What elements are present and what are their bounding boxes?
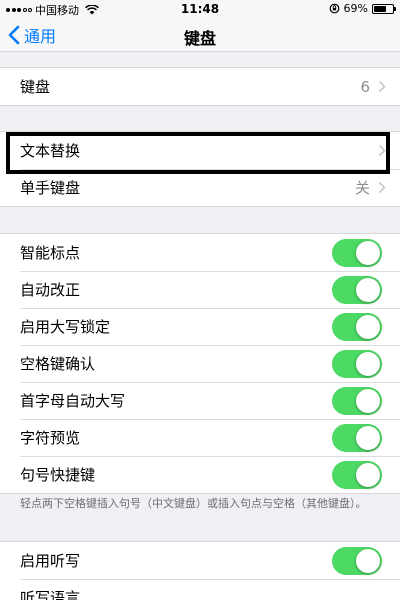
row-label: 字符预览: [20, 429, 81, 447]
row-label: 空格键确认: [20, 355, 96, 373]
row-caps-lock: 启用大写锁定: [0, 308, 400, 345]
row-label: 文本替换: [20, 142, 81, 160]
toggle-switch[interactable]: [332, 276, 382, 304]
toggle-switch[interactable]: [332, 387, 382, 415]
battery-icon: [372, 3, 396, 14]
toggle-knob: [356, 315, 380, 339]
text-options-group: 文本替换 单手键盘 关: [0, 131, 400, 207]
toggle-knob: [356, 352, 380, 376]
toggle-knob: [356, 426, 380, 450]
status-right: 69%: [329, 2, 396, 15]
chevron-right-icon: [378, 181, 386, 194]
toggle-knob: [356, 389, 380, 413]
row-dictation-language[interactable]: 听写语言: [0, 579, 400, 600]
toggle-knob: [356, 549, 380, 573]
toggle-knob: [356, 241, 380, 265]
chevron-right-icon: [378, 144, 386, 157]
toggle-switch[interactable]: [332, 239, 382, 267]
row-smart-punctuation: 智能标点: [0, 234, 400, 271]
row-label: 首字母自动大写: [20, 392, 126, 410]
row-label: 启用听写: [20, 552, 81, 570]
period-shortcut-footnote: 轻点两下空格键插入句号（中文键盘）或插入句点与空格（其他键盘）。: [20, 497, 367, 510]
row-space-confirm: 空格键确认: [0, 345, 400, 382]
row-keyboards[interactable]: 键盘 6: [0, 68, 400, 105]
status-bar: 中国移动 11:48 69%: [0, 0, 400, 18]
row-value: 6: [360, 77, 370, 96]
row-label: 单手键盘: [20, 179, 81, 197]
row-label: 自动改正: [20, 281, 81, 299]
row-auto-correction: 自动改正: [0, 271, 400, 308]
dictation-group: 启用听写 听写语言: [0, 541, 400, 600]
keyboards-group: 键盘 6: [0, 67, 400, 106]
battery-percent: 69%: [343, 2, 368, 15]
battery-fill: [374, 5, 387, 12]
row-period-shortcut: 句号快捷键: [0, 456, 400, 493]
toggle-knob: [356, 463, 380, 487]
toggle-switch[interactable]: [332, 547, 382, 575]
row-label: 启用大写锁定: [20, 318, 111, 336]
chevron-right-icon: [378, 80, 386, 93]
row-text-replacement[interactable]: 文本替换: [0, 132, 400, 169]
row-character-preview: 字符预览: [0, 419, 400, 456]
keyboard-toggles-group: 智能标点 自动改正 启用大写锁定 空格键确认 首字母自动大写 字符预览 句号快捷…: [0, 233, 400, 494]
row-value: 关: [354, 179, 370, 197]
keyboard-settings-screen: 中国移动 11:48 69% 通用 键盘 键盘 6 文本替换 单手键盘 关 智能…: [0, 0, 400, 600]
row-label: 键盘: [20, 78, 51, 96]
toggle-knob: [356, 278, 380, 302]
orientation-lock-icon: [329, 3, 339, 14]
toggle-switch[interactable]: [332, 350, 382, 378]
toggle-switch[interactable]: [332, 313, 382, 341]
navigation-bar: 通用 键盘: [0, 18, 400, 52]
toggle-switch[interactable]: [332, 461, 382, 489]
row-one-handed-keyboard[interactable]: 单手键盘 关: [0, 169, 400, 206]
row-auto-capitalization: 首字母自动大写: [0, 382, 400, 419]
row-enable-dictation: 启用听写: [0, 542, 400, 579]
row-label: 听写语言: [20, 589, 81, 600]
page-title: 键盘: [183, 29, 216, 48]
toggle-switch[interactable]: [332, 424, 382, 452]
row-label: 智能标点: [20, 244, 81, 262]
row-label: 句号快捷键: [20, 466, 96, 484]
